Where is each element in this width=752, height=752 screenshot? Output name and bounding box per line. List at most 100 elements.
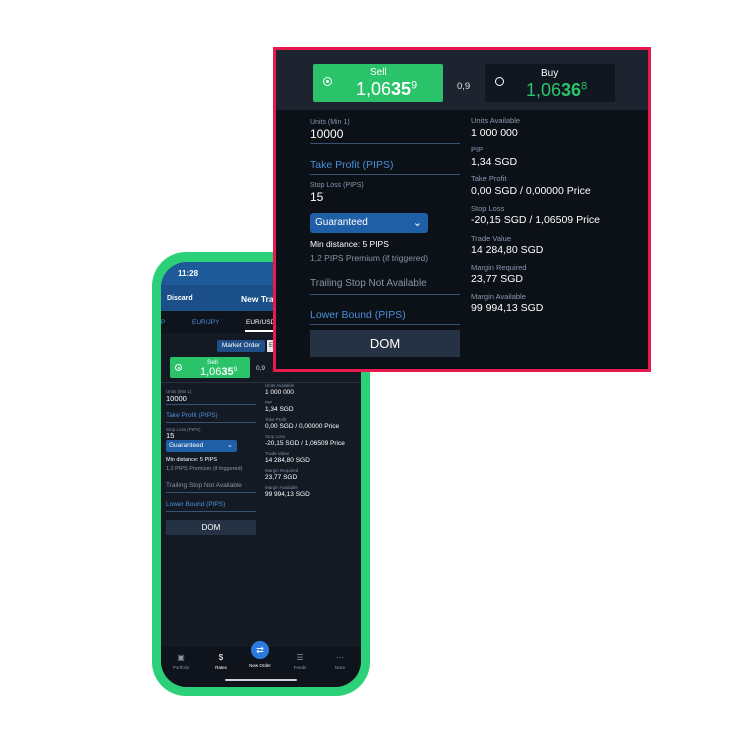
guaranteed-label: Guaranteed xyxy=(169,442,204,449)
take-profit-input[interactable]: Take Profit (PIPS) xyxy=(166,412,218,419)
take-profit-input[interactable]: Take Profit (PIPS) xyxy=(310,159,393,171)
nav-label: More xyxy=(334,665,346,670)
new-order-icon[interactable]: ⇄ xyxy=(251,641,269,659)
lower-bound-input[interactable]: Lower Bound (PIPS) xyxy=(310,309,406,321)
sell-price: 1,06359 xyxy=(356,79,418,99)
dom-button[interactable]: DOM xyxy=(310,330,460,357)
info-value: -20,15 SGD / 1,06509 Price xyxy=(265,440,345,447)
min-distance: Min distance: 5 PIPS xyxy=(166,457,218,463)
sell-label: Sell xyxy=(207,359,218,366)
units-label: Units (Min 1) xyxy=(310,119,350,126)
stop-loss-input[interactable]: 15 xyxy=(166,431,174,440)
info-value: 1,34 SGD xyxy=(265,406,294,413)
buy-label: Buy xyxy=(541,68,559,79)
zoom-panel: Sell 1,06359 0,9 Buy 1,06368 Units (Min … xyxy=(273,47,651,372)
units-underline xyxy=(166,404,256,405)
lower-bound-underline xyxy=(166,511,256,512)
buy-radio-icon xyxy=(495,77,504,86)
info-value: 23,77 SGD xyxy=(471,273,523,285)
feeds-icon: ☰ xyxy=(296,653,304,662)
divider xyxy=(161,382,361,383)
spread-value: 0,9 xyxy=(256,365,266,372)
info-value: 1 000 000 xyxy=(265,389,294,396)
min-distance: Min distance: 5 PIPS xyxy=(310,239,389,249)
nav-label: Rates xyxy=(215,665,227,670)
info-label: Take Profit xyxy=(265,417,287,422)
stop-loss-label: Stop Loss (PIPS) xyxy=(310,182,364,189)
info-value: 1,34 SGD xyxy=(471,156,518,168)
info-label: Margin Available xyxy=(265,485,298,490)
active-tab-indicator xyxy=(245,330,275,332)
premium-note: 1,2 PIPS Premium (if triggered) xyxy=(310,253,429,263)
info-value: 99 994,13 SGD xyxy=(471,302,544,314)
page-title: New Tra xyxy=(241,294,274,304)
info-label: Margin Required xyxy=(471,263,527,272)
trailing-stop-field: Trailing Stop Not Available xyxy=(310,278,427,289)
nav-label: Portfolio xyxy=(172,665,190,670)
trailing-stop-field: Trailing Stop Not Available xyxy=(166,482,242,489)
guaranteed-label: Guaranteed xyxy=(315,217,368,228)
dom-button[interactable]: DOM xyxy=(166,520,256,535)
tab-eur-usd[interactable]: EUR/USD xyxy=(246,319,275,326)
chevron-down-icon: ⌄ xyxy=(412,217,422,229)
nav-portfolio[interactable]: ▣ Portfolio xyxy=(164,653,198,670)
info-label: Margin Required xyxy=(265,468,299,473)
nav-label: New Order xyxy=(249,663,271,668)
info-value: 0,00 SGD / 0,00000 Price xyxy=(471,185,591,197)
info-value: 14 284,80 SGD xyxy=(471,244,544,256)
stop-loss-input[interactable]: 15 xyxy=(310,190,323,204)
buy-price: 1,06368 xyxy=(526,80,588,100)
stage: 11:28 Discard New Tra P EUR/JPY EUR/USD … xyxy=(0,0,752,752)
nav-new-order[interactable]: New Order xyxy=(243,661,277,668)
rates-icon: $ xyxy=(218,653,224,662)
trailing-underline xyxy=(310,294,460,295)
sell-label: Sell xyxy=(370,67,387,78)
lower-bound-underline xyxy=(310,324,460,325)
info-value: 14 284,80 SGD xyxy=(265,457,310,464)
units-input[interactable]: 10000 xyxy=(310,127,343,141)
home-indicator xyxy=(225,679,297,681)
info-label: Margin Available xyxy=(471,292,526,301)
info-value: 99 994,13 SGD xyxy=(265,491,310,498)
info-value: 0,00 SGD / 0,00000 Price xyxy=(265,423,340,430)
more-icon: ⋯ xyxy=(336,653,344,662)
sell-button[interactable]: Sell 1,06359 xyxy=(170,357,250,378)
nav-rates[interactable]: $ Rates xyxy=(204,653,238,670)
nav-feeds[interactable]: ☰ Feeds xyxy=(283,653,317,670)
briefcase-icon: ▣ xyxy=(177,653,185,662)
spread-value: 0,9 xyxy=(457,81,471,92)
info-label: PIP xyxy=(471,145,484,154)
premium-note: 1,2 PIPS Premium (if triggered) xyxy=(166,466,243,472)
info-label: PIP xyxy=(265,400,273,405)
info-label: Stop Loss xyxy=(265,434,286,439)
info-label: Units Available xyxy=(265,383,295,388)
take-profit-underline xyxy=(310,174,460,175)
market-order-button[interactable]: Market Order xyxy=(217,340,265,352)
sell-button[interactable]: Sell 1,06359 xyxy=(313,64,443,102)
tab-eur-jpy[interactable]: EUR/JPY xyxy=(192,319,219,326)
info-label: Stop Loss xyxy=(471,204,505,213)
info-value: 23,77 SGD xyxy=(265,474,298,481)
info-value: 1 000 000 xyxy=(471,127,518,139)
info-label: Trade Value xyxy=(471,234,512,243)
guaranteed-dropdown[interactable]: Guaranteed ⌄ xyxy=(310,213,428,233)
bottom-nav: ▣ Portfolio $ Rates New Order ⇄ ☰ Feeds … xyxy=(161,641,361,687)
discard-button[interactable]: Discard xyxy=(167,295,193,302)
take-profit-underline xyxy=(166,422,256,423)
nav-more[interactable]: ⋯ More xyxy=(323,653,357,670)
sell-radio-icon xyxy=(323,77,332,86)
trailing-underline xyxy=(166,492,256,493)
buy-button[interactable]: Buy 1,06368 xyxy=(485,64,615,102)
units-underline xyxy=(310,143,460,144)
nav-label: Feeds xyxy=(293,665,307,670)
units-input[interactable]: 10000 xyxy=(166,394,187,403)
info-label: Trade Value xyxy=(265,451,290,456)
status-time: 11:28 xyxy=(178,269,199,278)
guaranteed-dropdown[interactable]: Guaranteed ⌄ xyxy=(166,440,237,452)
info-label: Units Available xyxy=(471,116,521,125)
sell-radio-icon xyxy=(175,364,182,371)
tab-partial[interactable]: P xyxy=(161,319,165,326)
info-label: Take Profit xyxy=(471,174,507,183)
chevron-down-icon: ⌄ xyxy=(227,442,233,449)
lower-bound-input[interactable]: Lower Bound (PIPS) xyxy=(166,501,225,508)
